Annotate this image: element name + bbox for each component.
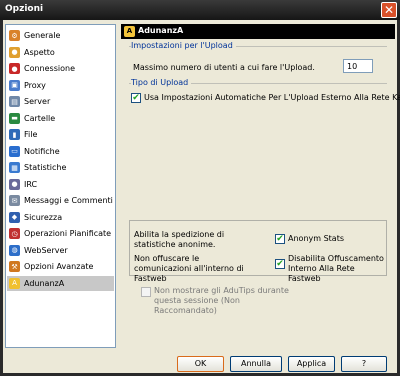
sidebar-item-messaggi-e-commenti[interactable]: ✉ Messaggi e Commenti	[7, 193, 114, 208]
sidebar-item-connessione[interactable]: ● Connessione	[7, 61, 114, 76]
sidebar-item-operazioni-pianificate[interactable]: ◷ Operazioni Pianificate	[7, 226, 114, 241]
server-icon: ▤	[9, 96, 20, 107]
upload-type-panel: ✔ Usa Impostazioni Automatiche Per L'Upl…	[129, 88, 400, 218]
ok-button[interactable]: OK	[177, 356, 224, 372]
max-users-label: Massimo numero di utenti a cui fare l'Up…	[133, 63, 315, 72]
sidebar-item-generale[interactable]: ⚙ Generale	[7, 28, 114, 43]
sidebar-item-label: Cartelle	[24, 113, 56, 123]
sidebar-item-label: IRC	[24, 179, 38, 189]
title-bar: Opzioni ✕	[0, 0, 400, 20]
sidebar-item-label: Messaggi e Commenti	[24, 196, 113, 205]
stats-settings-box: Abilita la spedizione di statistiche ano…	[129, 220, 387, 283]
sidebar-item-aspetto[interactable]: ● Aspetto	[7, 45, 114, 60]
gear-icon: ⚙	[9, 30, 20, 41]
file-icon: ▮	[9, 129, 20, 140]
adunanza-icon: A	[124, 26, 135, 37]
auto-upload-label: Usa Impostazioni Automatiche Per L'Uploa…	[144, 93, 400, 102]
disable-obfuscation-checkbox[interactable]: ✔	[275, 259, 285, 269]
stats-enable-label: Abilita la spedizione di statistiche ano…	[134, 230, 225, 249]
sidebar-item-label: Connessione	[24, 64, 75, 73]
auto-upload-checkbox[interactable]: ✔	[131, 93, 141, 103]
close-button[interactable]: ✕	[381, 2, 397, 18]
notification-icon: ▭	[9, 145, 20, 157]
sidebar-item-label: AdunanzA	[24, 278, 65, 288]
options-sidebar: ⚙ Generale ● Aspetto ● Connessione ▣ Proxy ▤ Serv…	[5, 24, 116, 348]
upload-type-title: Tipo di Upload	[131, 78, 192, 87]
sidebar-item-label: WebServer	[24, 245, 68, 255]
cancel-button[interactable]: Annulla	[230, 356, 282, 372]
scheduled-icon: ◷	[9, 228, 20, 239]
sidebar-item-label: Server	[24, 97, 51, 106]
adutips-checkbox[interactable]	[141, 287, 151, 297]
sidebar-item-label: Sicurezza	[24, 212, 63, 222]
sidebar-item-file[interactable]: ▮ File	[7, 127, 114, 142]
webserver-icon: ◍	[9, 244, 20, 256]
irc-icon: ●	[9, 178, 20, 190]
security-icon: ◆	[9, 211, 20, 223]
sidebar-item-label: Statistiche	[24, 163, 67, 172]
sidebar-item-sicurezza[interactable]: ◆ Sicurezza	[7, 210, 114, 225]
sidebar-item-label: Proxy	[24, 80, 46, 90]
sidebar-item-webserver[interactable]: ◍ WebServer	[7, 243, 114, 258]
anonym-stats-label: Anonym Stats	[288, 234, 344, 243]
sidebar-item-irc[interactable]: ● IRC	[7, 177, 114, 192]
sidebar-item-server[interactable]: ▤ Server	[7, 94, 114, 109]
folder-icon: ▬	[9, 112, 20, 124]
window-title: Opzioni	[5, 4, 44, 14]
disable-obfuscation-label: Disabilita Offuscamento Interno Alla Ret…	[288, 254, 384, 283]
section-header: A AdunanzA	[121, 24, 395, 39]
sidebar-item-label: Opzioni Avanzate	[24, 262, 94, 271]
help-button[interactable]: ?	[341, 356, 387, 372]
sidebar-item-notifiche[interactable]: ▭ Notifiche	[7, 144, 114, 159]
sidebar-item-proxy[interactable]: ▣ Proxy	[7, 78, 114, 93]
connection-icon: ●	[9, 63, 20, 74]
close-icon: ✕	[383, 3, 395, 17]
sidebar-item-statistiche[interactable]: ▦ Statistiche	[7, 160, 114, 175]
statistics-icon: ▦	[9, 162, 20, 173]
sidebar-item-label: Aspetto	[24, 47, 55, 57]
obfuscate-label: Non offuscare le comunicazioni all'inter…	[134, 254, 244, 283]
max-users-input[interactable]	[343, 59, 373, 73]
adutips-label: Non mostrare gli AduTips durante questa …	[154, 286, 289, 315]
adunanza-icon: A	[9, 277, 20, 289]
content-panel: Impostazioni per l'Upload Massimo numero…	[121, 40, 400, 348]
sidebar-item-opzioni-avanzate[interactable]: ⚒ Opzioni Avanzate	[7, 259, 114, 274]
anonym-stats-checkbox[interactable]: ✔	[275, 234, 285, 244]
sidebar-item-label: Notifiche	[24, 146, 60, 156]
sidebar-item-adunanza[interactable]: A AdunanzA	[7, 275, 114, 291]
advanced-options-icon: ⚒	[9, 261, 20, 272]
proxy-icon: ▣	[9, 79, 20, 91]
sidebar-item-label: File	[24, 130, 38, 139]
apply-button[interactable]: Applica	[288, 356, 335, 372]
sidebar-item-label: Operazioni Pianificate	[24, 229, 112, 238]
messages-icon: ✉	[9, 195, 20, 206]
upload-settings-title: Impostazioni per l'Upload	[131, 41, 236, 50]
palette-icon: ●	[9, 46, 20, 58]
sidebar-item-cartelle[interactable]: ▬ Cartelle	[7, 111, 114, 126]
sidebar-item-label: Generale	[24, 31, 61, 40]
section-title: AdunanzA	[138, 26, 184, 35]
